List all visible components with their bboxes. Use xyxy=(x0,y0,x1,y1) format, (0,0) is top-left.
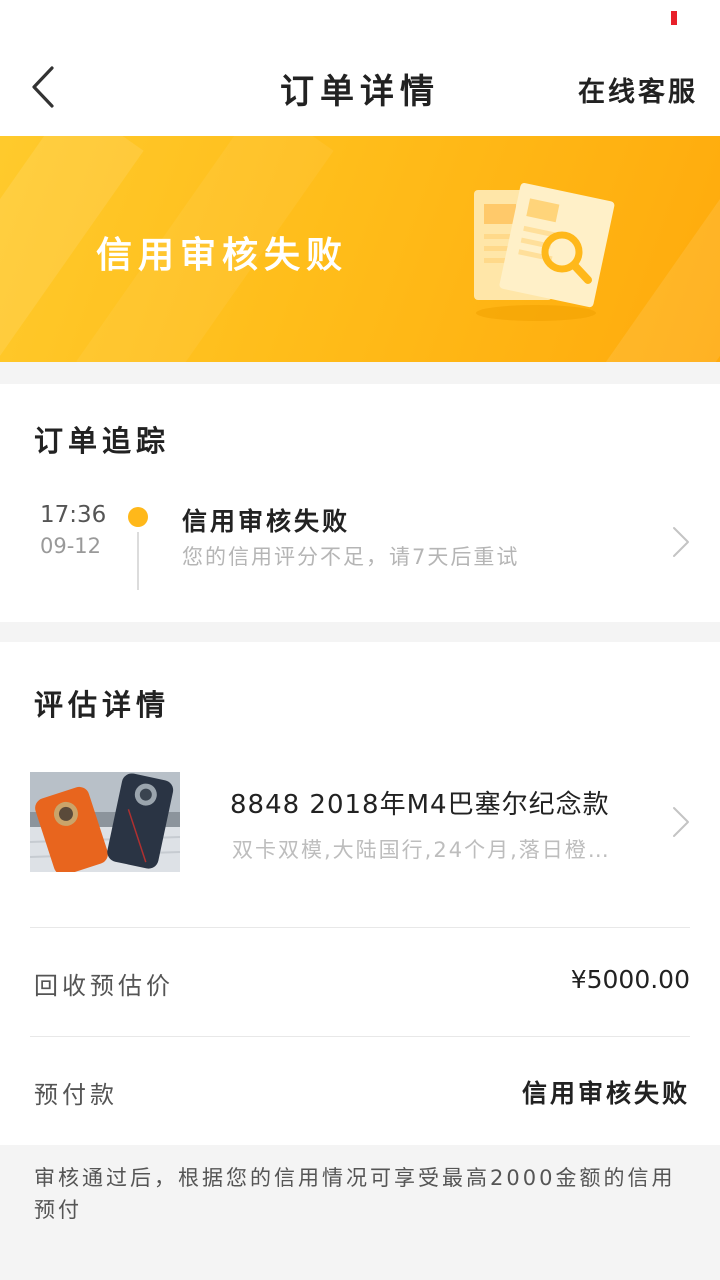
prepayment-value: 信用审核失败 xyxy=(521,1079,690,1108)
battery-indicator-icon xyxy=(671,11,677,25)
estimated-price-label: 回收预估价 xyxy=(34,972,174,1000)
top-navigation-bar: 订单详情 在线客服 xyxy=(0,40,720,136)
product-spec: 双卡双模,大陆国行,24个月,落日橙… xyxy=(232,838,611,862)
order-tracking-section: 订单追踪 17:36 09-12 信用审核失败 您的信用评分不足，请7天后重试 xyxy=(0,384,720,622)
product-image xyxy=(30,772,180,872)
banner-status-text: 信用审核失败 xyxy=(96,235,349,276)
status-banner: 信用审核失败 xyxy=(0,136,720,362)
estimated-price-value: ¥5000.00 xyxy=(570,965,690,994)
timeline-line xyxy=(137,532,139,590)
tracking-time: 17:36 xyxy=(40,502,107,528)
evaluation-details-section: 评估详情 8848 2018年M4巴塞尔纪念款 双卡双模,大陆国行,24个月,落… xyxy=(0,642,720,1145)
online-service-link[interactable]: 在线客服 xyxy=(578,70,698,109)
document-search-icon xyxy=(474,182,615,321)
divider xyxy=(30,1036,690,1037)
prepayment-label: 预付款 xyxy=(34,1081,118,1109)
tracking-date: 09-12 xyxy=(40,534,102,558)
tracking-description: 您的信用评分不足，请7天后重试 xyxy=(182,545,520,569)
chevron-right-icon[interactable] xyxy=(670,524,692,560)
section-title: 订单追踪 xyxy=(34,424,171,458)
timeline-dot-icon xyxy=(128,507,148,527)
section-title: 评估详情 xyxy=(34,688,171,722)
product-name: 8848 2018年M4巴塞尔纪念款 xyxy=(230,790,610,820)
footer-note: 审核通过后，根据您的信用情况可享受最高2000金额的信用预付 xyxy=(34,1166,676,1222)
tracking-status: 信用审核失败 xyxy=(182,507,351,536)
chevron-right-icon[interactable] xyxy=(670,804,692,840)
status-bar xyxy=(0,0,720,40)
divider xyxy=(30,927,690,928)
